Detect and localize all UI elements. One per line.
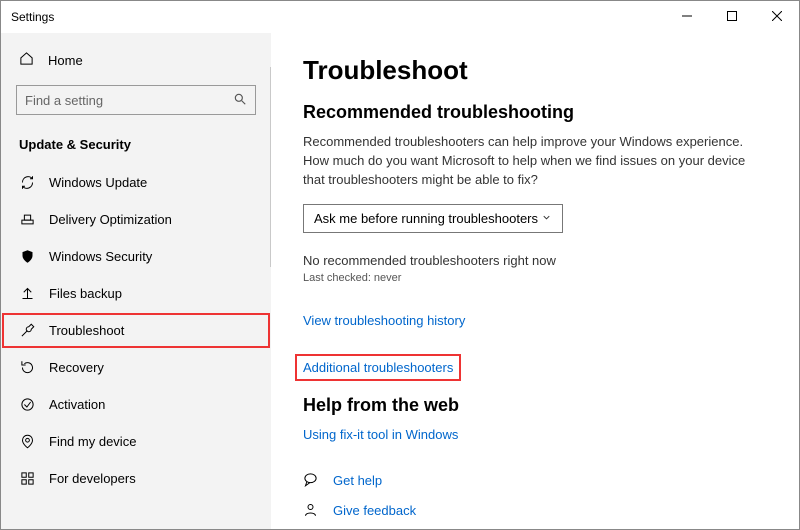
fixit-link[interactable]: Using fix-it tool in Windows xyxy=(303,427,458,442)
sidebar-item-label: Windows Security xyxy=(49,249,152,264)
chevron-down-icon xyxy=(541,211,552,226)
no-troubleshooters-status: No recommended troubleshooters right now xyxy=(303,253,767,268)
delivery-icon xyxy=(19,212,35,227)
content-pane: Troubleshoot Recommended troubleshooting… xyxy=(271,33,799,529)
page-title: Troubleshoot xyxy=(303,55,767,86)
sidebar-home-label: Home xyxy=(48,53,83,68)
sidebar-item-label: Recovery xyxy=(49,360,104,375)
sidebar-item-label: Troubleshoot xyxy=(49,323,124,338)
sidebar-item-label: Find my device xyxy=(49,434,136,449)
window-controls xyxy=(664,1,799,31)
help-heading: Help from the web xyxy=(303,395,767,416)
sidebar-item-windows-update[interactable]: Windows Update xyxy=(1,164,271,201)
last-checked-status: Last checked: never xyxy=(303,272,767,284)
home-icon xyxy=(19,51,34,69)
sidebar-item-recovery[interactable]: Recovery xyxy=(1,349,271,386)
sidebar-item-label: Delivery Optimization xyxy=(49,212,172,227)
sidebar-item-troubleshoot[interactable]: Troubleshoot xyxy=(1,312,271,349)
search-input[interactable]: Find a setting xyxy=(16,85,256,115)
search-placeholder: Find a setting xyxy=(25,93,103,108)
shield-icon xyxy=(19,249,35,264)
developers-icon xyxy=(19,471,35,486)
additional-troubleshooters-link[interactable]: Additional troubleshooters xyxy=(297,356,459,379)
sidebar-item-for-developers[interactable]: For developers xyxy=(1,460,271,497)
sidebar-item-label: For developers xyxy=(49,471,136,486)
location-icon xyxy=(19,434,35,449)
give-feedback-link[interactable]: Give feedback xyxy=(333,503,416,518)
window-title: Settings xyxy=(11,10,54,24)
sync-icon xyxy=(19,175,35,190)
sidebar-item-delivery-optimization[interactable]: Delivery Optimization xyxy=(1,201,271,238)
sidebar: Home Find a setting Update & Security Wi… xyxy=(1,33,271,529)
maximize-button[interactable] xyxy=(709,1,754,31)
backup-icon xyxy=(19,286,35,301)
view-history-link[interactable]: View troubleshooting history xyxy=(303,313,465,328)
wrench-icon xyxy=(19,323,35,338)
feedback-icon xyxy=(303,502,319,520)
troubleshoot-preference-dropdown[interactable]: Ask me before running troubleshooters xyxy=(303,204,563,233)
sidebar-item-windows-security[interactable]: Windows Security xyxy=(1,238,271,275)
close-button[interactable] xyxy=(754,1,799,31)
recommended-text: Recommended troubleshooters can help imp… xyxy=(303,133,753,190)
sidebar-item-label: Activation xyxy=(49,397,105,412)
get-help-link[interactable]: Get help xyxy=(333,473,382,488)
sidebar-item-activation[interactable]: Activation xyxy=(1,386,271,423)
sidebar-group-header: Update & Security xyxy=(1,131,271,164)
recommended-heading: Recommended troubleshooting xyxy=(303,102,767,123)
sidebar-item-find-my-device[interactable]: Find my device xyxy=(1,423,271,460)
sidebar-item-label: Files backup xyxy=(49,286,122,301)
help-icon xyxy=(303,472,319,490)
sidebar-home[interactable]: Home xyxy=(1,43,271,77)
minimize-button[interactable] xyxy=(664,1,709,31)
dropdown-value: Ask me before running troubleshooters xyxy=(314,211,538,226)
search-icon xyxy=(233,92,247,109)
check-circle-icon xyxy=(19,397,35,412)
recovery-icon xyxy=(19,360,35,375)
sidebar-item-files-backup[interactable]: Files backup xyxy=(1,275,271,312)
sidebar-item-label: Windows Update xyxy=(49,175,147,190)
